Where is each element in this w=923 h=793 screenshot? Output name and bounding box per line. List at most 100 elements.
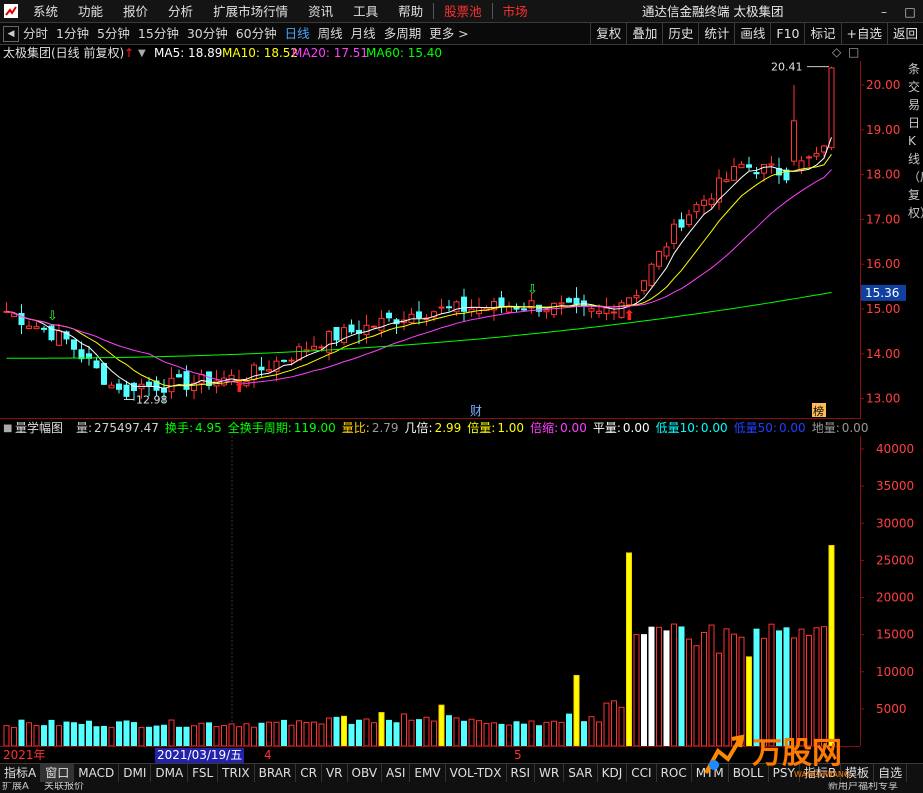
add-watchlist-button[interactable]: +自选 <box>840 23 887 45</box>
overlay-button[interactable]: 叠加 <box>626 23 662 45</box>
volume-bar <box>566 713 572 746</box>
menu-stock-pool[interactable]: 股票池 <box>434 0 492 23</box>
volume-bar <box>266 721 272 746</box>
period-60min[interactable]: 60分钟 <box>232 23 281 45</box>
indicator-tab[interactable]: ASI <box>382 764 411 782</box>
volume-bar <box>146 726 152 746</box>
history-button[interactable]: 历史 <box>662 23 698 45</box>
mark-button[interactable]: 标记 <box>804 23 840 45</box>
period-multi[interactable]: 多周期 <box>380 23 426 45</box>
volume-bar <box>386 719 392 746</box>
indicator-tab[interactable]: 指标A <box>0 764 42 782</box>
down-candle <box>461 296 467 312</box>
draw-line-button[interactable]: 画线 <box>734 23 770 45</box>
volume-bar <box>348 723 355 746</box>
buy-signal-icon: ⇩ <box>527 282 538 297</box>
volume-bar <box>416 719 422 746</box>
volume-bar <box>41 725 47 746</box>
indicator-tab[interactable]: SAR <box>564 764 598 782</box>
indicator-tab[interactable]: TRIX <box>218 764 255 782</box>
indicator-tab[interactable]: ROC <box>657 764 692 782</box>
indicator-tab[interactable]: CCI <box>627 764 657 782</box>
menu-extended-market[interactable]: 扩展市场行情 <box>203 0 298 23</box>
status-promo[interactable]: 新用户福利专享 <box>828 782 898 793</box>
menu-market[interactable]: 市场 <box>493 0 538 23</box>
volume-bar <box>693 645 700 746</box>
volume-bar <box>183 726 190 746</box>
indicator-tab[interactable]: EMV <box>410 764 446 782</box>
indicator-tab[interactable]: BRAR <box>255 764 297 782</box>
menu-analysis[interactable]: 分析 <box>158 0 203 23</box>
back-button[interactable]: 返回 <box>886 23 923 45</box>
menu-function[interactable]: 功能 <box>68 0 113 23</box>
indicator-tab[interactable]: WR <box>535 764 565 782</box>
indicator-tab[interactable]: MACD <box>74 764 120 782</box>
volume-bar <box>26 722 32 746</box>
down-candle <box>386 312 392 319</box>
menu-info[interactable]: 资讯 <box>298 0 343 23</box>
adjust-button[interactable]: 复权 <box>590 23 626 45</box>
up-candle <box>791 120 797 162</box>
up-candle <box>828 67 835 149</box>
menu-tools[interactable]: 工具 <box>343 0 388 23</box>
up-arrow-icon: ↑ <box>124 46 135 60</box>
indicator-tab[interactable]: KDJ <box>598 764 628 782</box>
up-candle <box>363 324 370 336</box>
up-candle <box>311 345 317 350</box>
minimize-icon[interactable]: – <box>871 0 897 23</box>
collapse-left-icon[interactable]: ◀ <box>3 25 19 42</box>
status-ext-a[interactable]: 扩展A <box>2 782 29 793</box>
volume-bar <box>281 719 287 746</box>
volume-bar <box>93 726 100 746</box>
volume-bar <box>611 700 617 746</box>
candlestick-chart[interactable]: 20.00 19.00 18.00 17.00 16.00 15.00 14.00 13.00… <box>0 61 923 419</box>
period-15min[interactable]: 15分钟 <box>134 23 183 45</box>
volume-bar <box>528 720 535 746</box>
down-candle <box>93 360 100 369</box>
indicator-tab[interactable]: VR <box>322 764 348 782</box>
menu-system[interactable]: 系统 <box>23 0 68 23</box>
indicator-tab[interactable]: CR <box>296 764 322 782</box>
volume-bar <box>536 725 542 746</box>
statistics-button[interactable]: 统计 <box>698 23 734 45</box>
up-candle <box>588 308 595 312</box>
menu-help[interactable]: 帮助 <box>388 0 433 23</box>
period-1min[interactable]: 1分钟 <box>52 23 93 45</box>
maximize-icon[interactable]: □ <box>897 0 923 23</box>
volume-bar <box>326 717 332 746</box>
up-candle <box>506 306 512 313</box>
indicator-tab[interactable]: RSI <box>507 764 536 782</box>
indicator-label: 地量: <box>811 421 840 435</box>
indicator-tab[interactable]: DMI <box>119 764 152 782</box>
volume-bar <box>641 634 647 746</box>
indicator-tab[interactable]: DMA <box>151 764 189 782</box>
chart-action-buttons: 复权 叠加 历史 统计 画线 F10 标记 +自选 返回 <box>590 23 923 45</box>
indicator-tab[interactable]: OBV <box>348 764 383 782</box>
indicator-tab[interactable]: 窗口 <box>41 764 75 782</box>
period-intraday[interactable]: 分时 <box>19 23 52 45</box>
menu-quote[interactable]: 报价 <box>113 0 158 23</box>
down-candle <box>41 327 47 330</box>
volume-bar <box>318 723 325 746</box>
indicator-tab[interactable]: FSL <box>188 764 219 782</box>
status-related-quote[interactable]: 关联报价 <box>44 782 84 793</box>
period-daily[interactable]: 日线 <box>281 23 314 45</box>
up-candle <box>371 325 377 328</box>
f10-button[interactable]: F10 <box>770 23 804 45</box>
period-weekly[interactable]: 周线 <box>314 23 347 45</box>
price-tick-label: 17.00 <box>866 212 900 226</box>
period-monthly[interactable]: 月线 <box>347 23 380 45</box>
period-5min[interactable]: 5分钟 <box>93 23 134 45</box>
indicator-tab[interactable]: VOL-TDX <box>446 764 507 782</box>
dropdown-icon[interactable]: ▼ <box>138 46 146 61</box>
rank-event-marker: 榜 <box>813 404 824 418</box>
volume-bar <box>296 720 302 746</box>
period-more[interactable]: 更多 > <box>425 23 472 45</box>
indicator-dropdown-icon[interactable]: ■ <box>3 421 12 436</box>
indicator-value: 2.79 <box>371 421 399 435</box>
up-candle <box>641 280 647 292</box>
volume-tick-label: 40000 <box>876 442 914 456</box>
square-icon: □ <box>848 45 860 59</box>
volume-chart[interactable]: 40000 35000 30000 25000 20000 15000 10000 5000 <box>0 436 923 746</box>
period-30min[interactable]: 30分钟 <box>183 23 232 45</box>
